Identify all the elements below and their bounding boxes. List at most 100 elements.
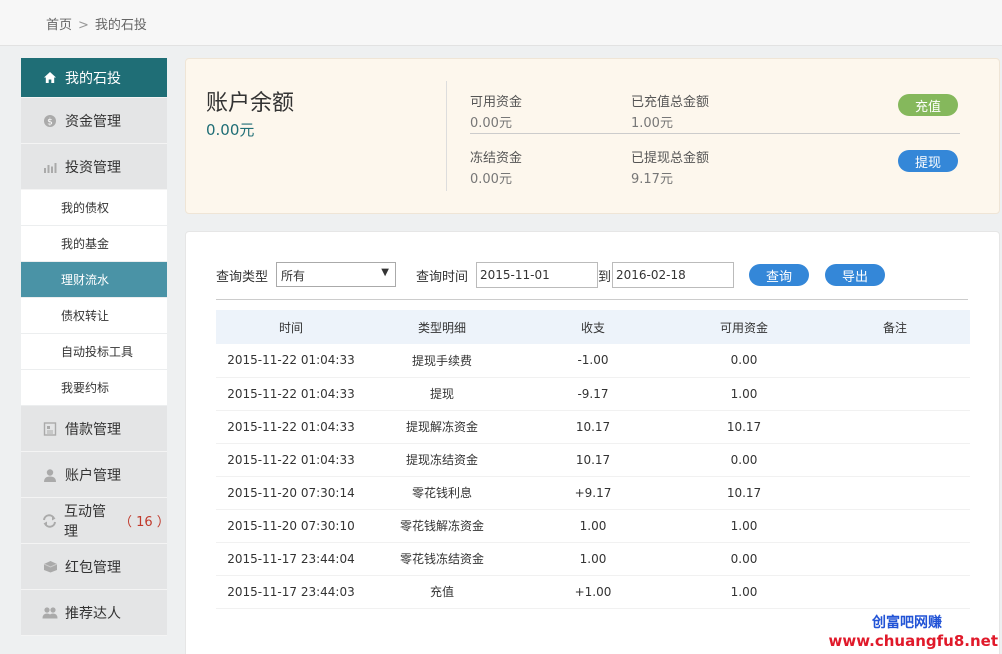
column-header-type: 类型明细: [417, 320, 466, 335]
row-time: 2015-11-20 07:30:10: [216, 509, 366, 543]
row-type: 充值: [366, 575, 518, 609]
table-row: 2015-11-22 01:04:33 提现解冻资金 10.17 10.17: [216, 410, 970, 444]
sidebar-item-label: 推荐达人: [65, 605, 121, 622]
available-funds-value: 0.00元: [470, 116, 512, 131]
sidebar-item-my-shitou[interactable]: 我的石投: [21, 58, 167, 98]
column-header-remark: 备注: [882, 320, 907, 335]
row-remark: [820, 542, 970, 576]
column-header-amount: 收支: [580, 320, 605, 335]
query-time-label: 查询时间: [416, 270, 469, 285]
frozen-funds-label: 冻结资金: [470, 151, 523, 166]
row-amount: 1.00: [518, 509, 668, 543]
sidebar-item-label: 互动管理: [64, 503, 107, 540]
watermark-cn: 创富吧网赚: [872, 615, 942, 631]
sidebar-item-label: 借款管理: [65, 421, 121, 438]
sidebar-subitem-my-fund[interactable]: 我的基金: [21, 226, 167, 262]
sidebar-subitem-my-debt[interactable]: 我的债权: [21, 190, 167, 226]
row-amount: +9.17: [518, 476, 668, 510]
row-remark: [820, 377, 970, 411]
recharged-total-value: 1.00元: [631, 116, 673, 131]
home-icon: [41, 70, 59, 86]
sidebar-item-loan[interactable]: 借款管理: [21, 406, 167, 452]
row-type: 提现: [366, 377, 518, 411]
row-available: 1.00: [668, 509, 820, 543]
sidebar-item-redpacket[interactable]: 红包管理: [21, 544, 167, 590]
row-available: 10.17: [668, 476, 820, 510]
breadcrumb-home-link[interactable]: 首页: [46, 18, 72, 33]
search-button[interactable]: 查询: [749, 264, 809, 286]
table-row: 2015-11-22 01:04:33 提现手续费 -1.00 0.00: [216, 344, 970, 378]
row-time: 2015-11-22 01:04:33: [216, 344, 366, 378]
sidebar-subitem-auto-bid[interactable]: 自动投标工具: [21, 334, 167, 370]
query-type-label: 查询类型: [216, 270, 269, 285]
available-funds-label: 可用资金: [470, 95, 523, 110]
recharged-total-label: 已充值总金额: [631, 95, 710, 110]
sidebar-subitem-request-bid[interactable]: 我要约标: [21, 370, 167, 406]
row-type: 零花钱冻结资金: [366, 542, 518, 576]
sidebar-item-label: 投资管理: [65, 159, 121, 176]
table-row: 2015-11-20 07:30:14 零花钱利息 +9.17 10.17: [216, 476, 970, 510]
row-remark: [820, 344, 970, 378]
sidebar-subitem-finance-flow[interactable]: 理财流水: [21, 262, 167, 298]
withdrawn-total-value: 9.17元: [631, 172, 673, 187]
date-to-label: 到: [598, 270, 612, 285]
sidebar-item-interact[interactable]: 互动管理 （ 16 ）: [21, 498, 170, 544]
row-type: 零花钱利息: [366, 476, 518, 510]
row-remark: [820, 509, 970, 543]
start-date-input[interactable]: [476, 262, 598, 288]
query-type-select[interactable]: 所有 ▼: [276, 262, 396, 287]
column-header-time: 时间: [278, 320, 303, 335]
recharge-button[interactable]: 充值: [898, 94, 958, 116]
row-amount: 1.00: [518, 542, 668, 576]
horizontal-divider: [470, 133, 960, 134]
row-type: 提现手续费: [366, 344, 518, 378]
document-icon: [41, 421, 59, 437]
withdraw-button[interactable]: 提现: [898, 150, 958, 172]
row-time: 2015-11-17 23:44:03: [216, 575, 366, 609]
breadcrumb-separator: >: [78, 18, 89, 33]
row-amount: 10.17: [518, 443, 668, 477]
export-button[interactable]: 导出: [825, 264, 885, 286]
watermark: 创富吧网赚 www.chuangfu8.net: [829, 612, 998, 650]
row-time: 2015-11-22 01:04:33: [216, 410, 366, 444]
balance-title: 账户余额: [206, 91, 295, 116]
sidebar-item-label: 红包管理: [65, 559, 121, 576]
row-remark: [820, 410, 970, 444]
sidebar-item-label: 我的石投: [65, 70, 121, 87]
frozen-funds-value: 0.00元: [470, 172, 512, 187]
users-icon: [41, 605, 59, 621]
sidebar-item-invest[interactable]: 投资管理: [21, 144, 167, 190]
row-available: 1.00: [668, 377, 820, 411]
row-time: 2015-11-20 07:30:14: [216, 476, 366, 510]
sidebar-item-account[interactable]: 账户管理: [21, 452, 167, 498]
balance-value: 0.00元: [206, 121, 255, 139]
withdrawn-total-label: 已提现总金额: [631, 151, 710, 166]
row-time: 2015-11-22 01:04:33: [216, 377, 366, 411]
interact-count-badge: （ 16 ）: [118, 515, 170, 530]
sidebar-subitem-debt-transfer[interactable]: 债权转让: [21, 298, 167, 334]
row-type: 提现解冻资金: [366, 410, 518, 444]
refresh-icon: [41, 513, 58, 529]
finance-flow-table: 时间 类型明细 收支 可用资金 备注 2015-11-22 01:04:33 提…: [216, 310, 970, 609]
table-row: 2015-11-20 07:30:10 零花钱解冻资金 1.00 1.00: [216, 509, 970, 543]
user-icon: [41, 467, 59, 483]
watermark-url: www.chuangfu8.net: [828, 632, 998, 650]
bar-chart-icon: [41, 159, 59, 175]
table-row: 2015-11-17 23:44:03 充值 +1.00 1.00: [216, 575, 970, 609]
sidebar-item-referral[interactable]: 推荐达人: [21, 590, 167, 636]
query-type-selected: 所有: [281, 269, 306, 283]
sidebar-item-label: 资金管理: [65, 113, 121, 130]
row-amount: +1.00: [518, 575, 668, 609]
row-available: 1.00: [668, 575, 820, 609]
end-date-input[interactable]: [612, 262, 734, 288]
row-remark: [820, 575, 970, 609]
svg-text:$: $: [47, 117, 53, 127]
column-header-available: 可用资金: [719, 320, 768, 335]
table-row: 2015-11-17 23:44:04 零花钱冻结资金 1.00 0.00: [216, 542, 970, 576]
row-amount: -1.00: [518, 344, 668, 378]
row-type: 零花钱解冻资金: [366, 509, 518, 543]
row-type: 提现冻结资金: [366, 443, 518, 477]
sidebar-item-funds[interactable]: $ 资金管理: [21, 98, 167, 144]
dropdown-arrow-icon: ▼: [381, 267, 389, 278]
top-bar: 首页 > 我的石投: [0, 0, 1002, 46]
